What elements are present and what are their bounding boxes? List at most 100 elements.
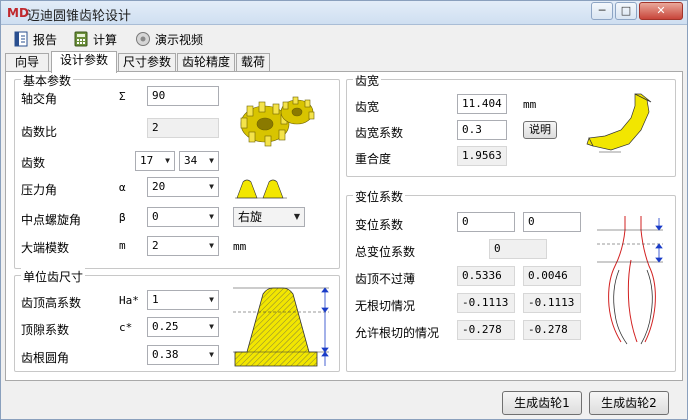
total-shift-label: 总变位系数 [355, 245, 416, 259]
generate-gear1-button[interactable]: 生成齿轮1 [502, 391, 582, 415]
pressure-angle-label: 压力角 [21, 183, 58, 197]
shift-coeff-label: 变位系数 [355, 218, 404, 232]
no-undercut-label: 无根切情况 [355, 299, 416, 313]
shaft-angle-input[interactable]: 90 [147, 86, 219, 106]
spiral-angle-select[interactable]: 0 ▼ [147, 207, 219, 227]
tip-thickness-x2: 0.0046 [523, 266, 581, 286]
no-undercut-x1: -0.1113 [457, 293, 515, 313]
report-label: 报告 [33, 32, 58, 47]
face-width-coeff-input[interactable]: 0.3 [457, 120, 507, 140]
tab-gear-accuracy[interactable]: 齿轮精度 [177, 53, 235, 72]
shaft-angle-label: 轴交角 [21, 92, 58, 106]
tooth-ratio-label: 齿数比 [21, 125, 58, 139]
title-bar: MD 迈迪圆锥齿轮设计 ─ □ ✕ [1, 1, 687, 25]
basic-params-title: 基本参数 [21, 72, 74, 89]
unit-tooth-group: 单位齿尺寸 齿顶高系数 Ha* 1 ▼ 顶隙系数 c* 0.25 ▼ 齿根圆角 0.… [14, 268, 340, 372]
profile-shift-illustration [597, 216, 663, 345]
tip-thickness-x1: 0.5336 [457, 266, 515, 286]
chevron-down-icon: ▼ [293, 212, 300, 221]
pressure-angle-select[interactable]: 20 ▼ [147, 177, 219, 197]
addendum-symbol: Ha* [119, 294, 139, 307]
tab-design-params[interactable]: 设计参数 [51, 51, 117, 73]
bevel-gear-pair-illustration [240, 96, 315, 147]
module-select[interactable]: 2 ▼ [147, 236, 219, 256]
root-fillet-select[interactable]: 0.38 ▼ [147, 345, 219, 365]
minimize-button[interactable]: ─ [591, 2, 613, 20]
face-width-title: 齿宽 [353, 72, 382, 89]
teeth-z1-select[interactable]: 17 ▼ [135, 151, 175, 171]
tip-thickness-label: 齿顶不过薄 [355, 272, 416, 286]
addendum-select[interactable]: 1 ▼ [147, 290, 219, 310]
basic-params-group: 基本参数 轴交角 Σ 90 齿数比 2 齿数 17 ▼ 34 ▼ 压力角 α 20 ▼… [14, 72, 340, 269]
chevron-down-icon: ▼ [165, 156, 170, 165]
tooth-profile-illustration [235, 179, 287, 199]
tab-strip: 向导 设计参数 尺寸参数 齿轮精度 载荷 [5, 51, 683, 73]
no-undercut-x2: -0.1113 [523, 293, 581, 313]
teeth-label: 齿数 [21, 156, 46, 170]
allowed-undercut-label: 允许根切的情况 [355, 326, 440, 340]
pressure-angle-symbol: α [119, 181, 126, 194]
chevron-down-icon: ▼ [209, 182, 214, 191]
chevron-down-icon: ▼ [209, 212, 214, 221]
report-icon [14, 31, 28, 47]
rack-tooth-illustration [233, 287, 329, 367]
chevron-down-icon: ▼ [209, 156, 214, 165]
calculate-label: 计算 [93, 32, 118, 47]
root-fillet-value: 0.38 [152, 348, 179, 361]
module-value: 2 [152, 239, 159, 252]
shaft-angle-symbol: Σ [119, 90, 126, 103]
app-logo-icon: MD [7, 6, 29, 20]
explain-button[interactable]: 说明 [523, 121, 557, 139]
module-unit: mm [233, 240, 247, 253]
addendum-label: 齿顶高系数 [21, 296, 82, 310]
clearance-select[interactable]: 0.25 ▼ [147, 317, 219, 337]
shift-coeff-x2-input[interactable]: 0 [523, 212, 581, 232]
shift-coeff-x1-input[interactable]: 0 [457, 212, 515, 232]
calculate-button[interactable]: 计算 [73, 29, 117, 49]
allowed-undercut-x2: -0.278 [523, 320, 581, 340]
spiral-angle-label: 中点螺旋角 [21, 213, 82, 227]
spiral-hand-select[interactable]: 右旋 ▼ [233, 207, 305, 227]
chevron-down-icon: ▼ [209, 350, 214, 359]
profile-shift-group: 变位系数 变位系数 0 0 总变位系数 0 齿顶不过薄 0.5336 0.004… [346, 188, 676, 372]
teeth-z2-value: 34 [184, 154, 198, 167]
demo-video-label: 演示视频 [155, 32, 204, 47]
calculator-icon [74, 31, 88, 47]
tab-dimension-params[interactable]: 尺寸参数 [118, 53, 176, 72]
unit-tooth-title: 单位齿尺寸 [21, 268, 86, 285]
addendum-value: 1 [152, 293, 159, 306]
maximize-button[interactable]: □ [615, 2, 637, 20]
module-label: 大端模数 [21, 241, 70, 255]
contact-ratio-output: 1.9563 [457, 146, 507, 166]
spiral-angle-symbol: β [119, 211, 126, 224]
face-width-group: 齿宽 齿宽 11.404 mm 齿宽系数 0.3 说明 重合度 1.9563 [346, 72, 676, 177]
toolbar: 报告 计算 演示视频 [1, 26, 687, 52]
profile-shift-title: 变位系数 [353, 188, 406, 205]
main-window: MD 迈迪圆锥齿轮设计 ─ □ ✕ 报告 计算 演示视频 向导 设计参数 尺寸参… [0, 0, 688, 420]
chevron-down-icon: ▼ [209, 241, 214, 250]
design-params-panel: 基本参数 轴交角 Σ 90 齿数比 2 齿数 17 ▼ 34 ▼ 压力角 α 20 ▼… [5, 71, 683, 381]
chevron-down-icon: ▼ [209, 322, 214, 331]
pressure-angle-value: 20 [152, 180, 166, 193]
demo-video-button[interactable]: 演示视频 [135, 29, 203, 49]
root-fillet-label: 齿根圆角 [21, 351, 70, 365]
teeth-z2-select[interactable]: 34 ▼ [179, 151, 219, 171]
face-width-unit: mm [523, 98, 537, 111]
face-width-illustration [586, 93, 652, 153]
report-button[interactable]: 报告 [13, 29, 57, 49]
teeth-z1-value: 17 [140, 154, 154, 167]
allowed-undercut-x1: -0.278 [457, 320, 515, 340]
tab-load[interactable]: 载荷 [236, 53, 270, 72]
clearance-value: 0.25 [152, 320, 179, 333]
tab-wizard[interactable]: 向导 [5, 53, 49, 72]
footer-bar: 生成齿轮1 生成齿轮2 [1, 382, 687, 420]
generate-gear2-button[interactable]: 生成齿轮2 [589, 391, 669, 415]
close-button[interactable]: ✕ [639, 2, 683, 20]
clearance-symbol: c* [119, 321, 133, 334]
total-shift-output: 0 [489, 239, 547, 259]
face-width-label: 齿宽 [355, 100, 380, 114]
chevron-down-icon: ▼ [209, 295, 214, 304]
clearance-label: 顶隙系数 [21, 323, 70, 337]
tooth-ratio-output: 2 [147, 118, 219, 138]
face-width-input[interactable]: 11.404 [457, 94, 507, 114]
